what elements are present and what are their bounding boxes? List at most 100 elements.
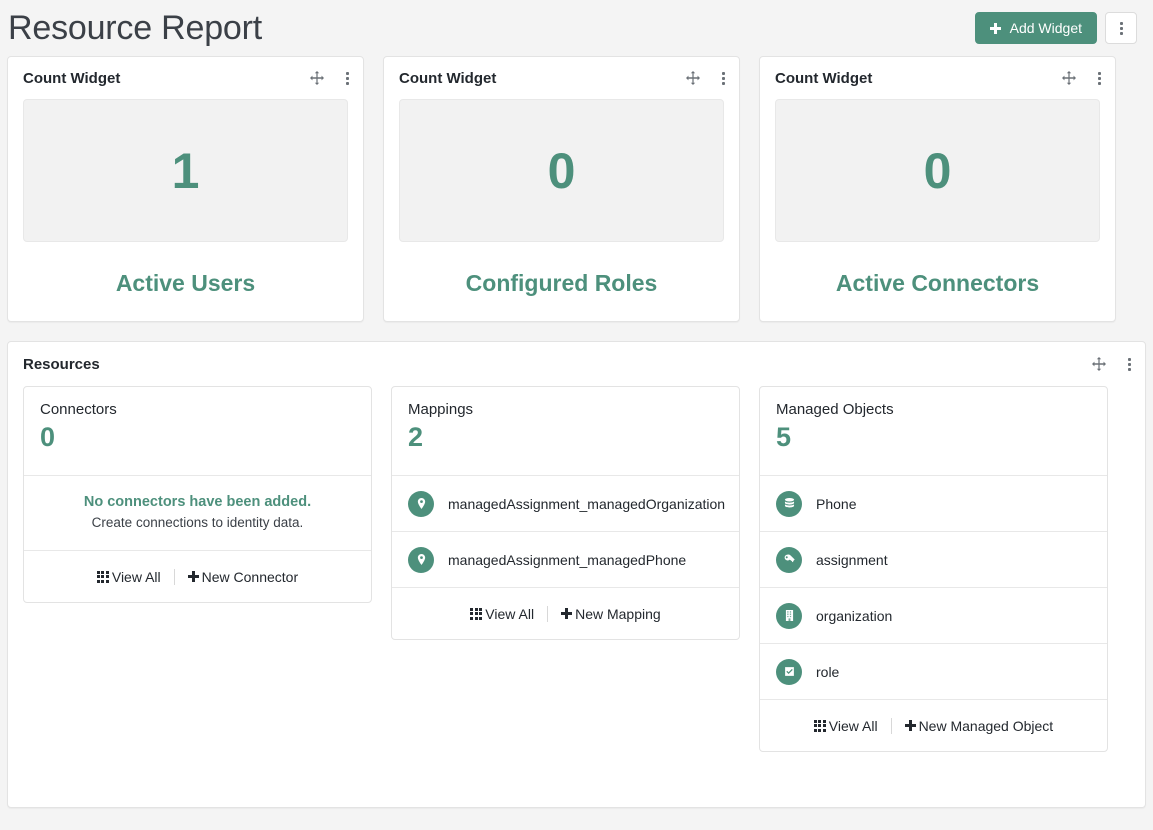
count-widget-value-panel: 1: [23, 99, 348, 242]
mappings-view-all-link[interactable]: View All: [470, 606, 534, 622]
kebab-menu-icon[interactable]: [346, 72, 349, 85]
mappings-count: 2: [408, 418, 723, 453]
count-widget-header: Count Widget: [760, 57, 1115, 99]
connectors-card-title: Connectors: [40, 401, 355, 418]
move-icon[interactable]: [310, 71, 324, 85]
list-item[interactable]: assignment: [760, 531, 1107, 587]
connectors-empty-subtitle: Create connections to identity data.: [34, 510, 361, 530]
list-item[interactable]: Phone: [760, 475, 1107, 531]
connectors-count: 0: [40, 418, 355, 453]
connectors-empty-state: No connectors have been added. Create co…: [24, 475, 371, 550]
building-icon: [776, 603, 802, 629]
count-widget-title: Count Widget: [23, 70, 120, 87]
map-pin-icon: [408, 547, 434, 573]
connectors-card: Connectors 0 No connectors have been add…: [23, 386, 372, 603]
managed-objects-card-header: Managed Objects 5: [760, 387, 1107, 475]
mapping-name: managedAssignment_managedOrganization: [448, 496, 725, 512]
count-widget-body: 0 Configured Roles: [384, 99, 739, 297]
count-widget-header-icons: [1062, 71, 1101, 85]
resources-cards: Connectors 0 No connectors have been add…: [8, 386, 1145, 752]
mappings-view-all-label: View All: [485, 606, 534, 622]
managed-objects-card-footer: View All New Managed Object: [760, 699, 1107, 751]
grid-icon: [814, 720, 826, 732]
mappings-card-title: Mappings: [408, 401, 723, 418]
count-widget-configured-roles: Count Widget 0 Configured Roles: [383, 56, 740, 322]
count-widget-header-icons: [310, 71, 349, 85]
count-widget-row: Count Widget 1 Active Users Count Widget: [0, 56, 1153, 322]
kebab-menu-icon[interactable]: [1098, 72, 1101, 85]
add-widget-button[interactable]: Add Widget: [975, 12, 1097, 44]
footer-divider: [174, 569, 175, 585]
connectors-card-footer: View All New Connector: [24, 550, 371, 602]
list-item[interactable]: managedAssignment_managedOrganization: [392, 475, 739, 531]
move-icon[interactable]: [1062, 71, 1076, 85]
managed-object-name: role: [816, 664, 839, 680]
count-widget-label: Active Users: [23, 242, 348, 297]
count-widget-label: Configured Roles: [399, 242, 724, 297]
move-icon[interactable]: [1092, 357, 1106, 371]
count-widget-body: 1 Active Users: [8, 99, 363, 297]
list-item[interactable]: organization: [760, 587, 1107, 643]
managed-objects-count: 5: [776, 418, 1091, 453]
managed-object-name: assignment: [816, 552, 888, 568]
footer-divider: [891, 718, 892, 734]
count-widget-header: Count Widget: [384, 57, 739, 99]
page-header: Resource Report Add Widget: [0, 0, 1153, 56]
plus-icon: [561, 608, 572, 619]
plus-icon: [990, 23, 1001, 34]
database-icon: [776, 491, 802, 517]
new-connector-label: New Connector: [202, 569, 299, 585]
grid-icon: [470, 608, 482, 620]
count-widget-title: Count Widget: [775, 70, 872, 87]
managed-objects-card: Managed Objects 5 Phone assignment: [759, 386, 1108, 752]
connectors-view-all-link[interactable]: View All: [97, 569, 161, 585]
count-widget-header-icons: [686, 71, 725, 85]
new-connector-link[interactable]: New Connector: [188, 569, 299, 585]
managed-objects-view-all-link[interactable]: View All: [814, 718, 878, 734]
count-widget-value: 0: [924, 146, 952, 196]
count-widget-title: Count Widget: [399, 70, 496, 87]
page-menu-button[interactable]: [1105, 12, 1137, 44]
kebab-menu-icon[interactable]: [722, 72, 725, 85]
count-widget-value: 0: [548, 146, 576, 196]
list-item[interactable]: role: [760, 643, 1107, 699]
connectors-empty-title: No connectors have been added.: [34, 494, 361, 510]
new-mapping-label: New Mapping: [575, 606, 661, 622]
list-item[interactable]: managedAssignment_managedPhone: [392, 531, 739, 587]
check-square-icon: [776, 659, 802, 685]
plus-icon: [188, 571, 199, 582]
plus-icon: [905, 720, 916, 731]
connectors-view-all-label: View All: [112, 569, 161, 585]
map-pin-icon: [408, 491, 434, 517]
count-widget-value-panel: 0: [399, 99, 724, 242]
add-widget-label: Add Widget: [1010, 20, 1082, 36]
managed-object-name: Phone: [816, 496, 856, 512]
resources-panel-title: Resources: [23, 356, 100, 373]
managed-objects-view-all-label: View All: [829, 718, 878, 734]
count-widget-active-users: Count Widget 1 Active Users: [7, 56, 364, 322]
resources-panel-header: Resources: [8, 342, 1145, 386]
mappings-card-footer: View All New Mapping: [392, 587, 739, 639]
grid-icon: [97, 571, 109, 583]
count-widget-label: Active Connectors: [775, 242, 1100, 297]
mappings-card: Mappings 2 managedAssignment_managedOrga…: [391, 386, 740, 640]
kebab-menu-icon: [1120, 22, 1123, 35]
count-widget-header: Count Widget: [8, 57, 363, 99]
page-title: Resource Report: [8, 11, 262, 45]
resource-report-page: Resource Report Add Widget Count Widget: [0, 0, 1153, 830]
header-actions: Add Widget: [975, 12, 1137, 44]
count-widget-value-panel: 0: [775, 99, 1100, 242]
count-widget-value: 1: [172, 146, 200, 196]
move-icon[interactable]: [686, 71, 700, 85]
connectors-card-header: Connectors 0: [24, 387, 371, 475]
footer-divider: [547, 606, 548, 622]
new-mapping-link[interactable]: New Mapping: [561, 606, 661, 622]
resources-panel: Resources Connectors 0 No connectors hav…: [7, 341, 1146, 808]
mappings-card-header: Mappings 2: [392, 387, 739, 475]
managed-object-name: organization: [816, 608, 892, 624]
managed-objects-card-title: Managed Objects: [776, 401, 1091, 418]
count-widget-body: 0 Active Connectors: [760, 99, 1115, 297]
kebab-menu-icon[interactable]: [1128, 358, 1131, 371]
new-managed-object-link[interactable]: New Managed Object: [905, 718, 1054, 734]
mapping-name: managedAssignment_managedPhone: [448, 552, 686, 568]
